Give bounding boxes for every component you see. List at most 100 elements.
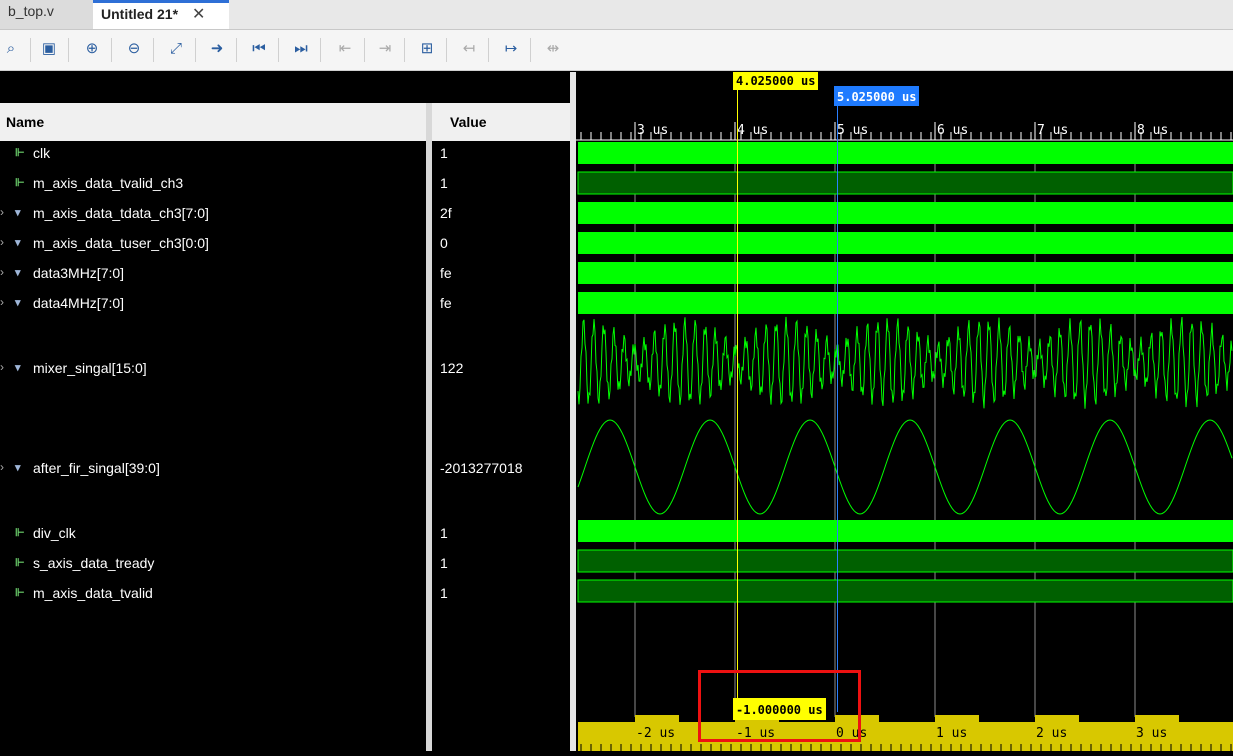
signal-trace	[578, 202, 1233, 224]
relative-tick-label: 2 us	[1036, 726, 1067, 741]
toolbar-separator	[195, 38, 196, 62]
waveform-pane[interactable]: 3 us 4 us 5 us 6 us 7 us 8 us -2 us -1 us 0 us 1 …	[576, 72, 1233, 751]
tab-untitled-21[interactable]: Untitled 21* ✕	[93, 0, 229, 29]
signal-name: s_axis_data_tready	[33, 555, 155, 571]
signal-trace	[577, 579, 1233, 603]
bit-icon: ⊩	[15, 557, 25, 569]
go-to-start-icon[interactable]: ⏮	[248, 38, 270, 60]
tab-b-top[interactable]: b_top.v	[0, 0, 96, 29]
signal-row[interactable]: › ▾ data3MHz[7:0]	[0, 262, 426, 286]
toolbar-separator	[530, 38, 531, 62]
bus-icon: ▾	[15, 267, 21, 279]
main-cursor-label[interactable]: 4.025000 us	[733, 72, 819, 90]
signal-trace	[578, 232, 1233, 254]
value-column-label: Value	[450, 114, 487, 130]
value-column-header[interactable]: Value	[432, 103, 570, 141]
ruler-tick-label: 6 us	[937, 123, 968, 138]
bus-icon: ▾	[15, 237, 21, 249]
signal-name: m_axis_data_tvalid	[33, 585, 153, 601]
expand-chevron-icon[interactable]: ›	[0, 360, 8, 374]
signal-row[interactable]: ⊩ div_clk	[0, 522, 426, 546]
tab-label: Untitled 21*	[101, 6, 179, 22]
mixer-signal-trace	[577, 316, 1233, 409]
signal-row[interactable]: ⊩ m_axis_data_tvalid	[0, 582, 426, 606]
relative-ruler-tab	[635, 715, 679, 724]
signal-value: fe	[440, 265, 452, 281]
waveform-canvas[interactable]: 3 us 4 us 5 us 6 us 7 us 8 us-2 us -1 us 0 us 1 …	[576, 72, 1233, 751]
signal-row[interactable]: ⊩ m_axis_data_tvalid_ch3	[0, 172, 426, 196]
relative-tick-label: -2 us	[636, 726, 675, 741]
previous-transition-icon[interactable]: ⇤	[334, 38, 356, 60]
signal-value: -2013277018	[440, 460, 523, 476]
go-to-end-icon[interactable]: ⏭	[290, 38, 312, 60]
signal-row[interactable]: › ▾ mixer_singal[15:0]	[0, 357, 426, 381]
secondary-cursor-label[interactable]: 5.025000 us	[834, 86, 920, 106]
signal-name: data3MHz[7:0]	[33, 265, 125, 281]
signal-value: fe	[440, 295, 452, 311]
expand-chevron-icon[interactable]: ›	[0, 460, 8, 474]
toolbar-separator	[488, 38, 489, 62]
signal-value: 1	[440, 175, 448, 191]
expand-chevron-icon[interactable]: ›	[0, 205, 8, 219]
ruler-tick-label: 3 us	[637, 123, 668, 138]
toolbar-separator	[278, 38, 279, 62]
expand-chevron-icon[interactable]: ›	[0, 265, 8, 279]
relative-ruler-background	[578, 722, 1233, 751]
bit-icon: ⊩	[15, 177, 25, 189]
signal-name: m_axis_data_tdata_ch3[7:0]	[33, 205, 209, 221]
swap-cursors-icon[interactable]: ⇹	[542, 38, 564, 60]
signal-value: 0	[440, 235, 448, 251]
relative-tick-label: 1 us	[936, 726, 967, 741]
signal-row[interactable]: › ▾ m_axis_data_tdata_ch3[7:0]	[0, 202, 426, 226]
signal-value: 1	[440, 555, 448, 571]
signal-row[interactable]: ⊩ clk	[0, 142, 426, 166]
toolbar-separator	[446, 38, 447, 62]
toolbar-separator	[404, 38, 405, 62]
relative-ruler-tab	[1035, 715, 1079, 724]
signal-name: m_axis_data_tvalid_ch3	[33, 175, 184, 191]
signal-row[interactable]: › ▾ m_axis_data_tuser_ch3[0:0]	[0, 232, 426, 256]
signal-name: data4MHz[7:0]	[33, 295, 125, 311]
signal-row[interactable]: › ▾ after_fir_singal[39:0]	[0, 457, 426, 481]
name-column-header[interactable]: Name	[0, 103, 426, 141]
fir-output-trace	[577, 419, 1233, 515]
zoom-out-icon[interactable]: ⊖	[123, 38, 145, 60]
search-icon[interactable]: ⌕	[0, 38, 22, 60]
relative-ruler-tab	[935, 715, 979, 724]
signal-value: 2f	[440, 205, 452, 221]
zoom-fit-icon[interactable]: ⤢	[165, 38, 187, 60]
zoom-in-icon[interactable]: ⊕	[81, 38, 103, 60]
column-divider[interactable]	[426, 103, 432, 751]
bus-icon: ▾	[15, 462, 21, 474]
editor-tab-bar: b_top.v Untitled 21* ✕	[0, 0, 1233, 30]
save-icon[interactable]: ▣	[38, 38, 60, 60]
signal-name: div_clk	[33, 525, 76, 541]
signal-row[interactable]: › ▾ data4MHz[7:0]	[0, 292, 426, 316]
go-to-cursor-icon[interactable]: ➜	[206, 38, 228, 60]
expand-chevron-icon[interactable]: ›	[0, 235, 8, 249]
bit-icon: ⊩	[15, 147, 25, 159]
signal-trace	[578, 520, 1233, 542]
signal-row[interactable]: ⊩ s_axis_data_tready	[0, 552, 426, 576]
toolbar-separator	[111, 38, 112, 62]
previous-marker-icon[interactable]: ↤	[458, 38, 480, 60]
close-icon[interactable]: ✕	[192, 6, 205, 23]
relative-ruler-tab	[1135, 715, 1179, 724]
signal-trace	[577, 171, 1233, 195]
name-column-label: Name	[6, 114, 45, 130]
bit-icon: ⊩	[15, 587, 25, 599]
next-transition-icon[interactable]: ⇥	[374, 38, 396, 60]
toolbar-separator	[68, 38, 69, 62]
signal-value: 122	[440, 360, 464, 376]
signal-name: after_fir_singal[39:0]	[33, 460, 160, 476]
next-marker-icon[interactable]: ↦	[500, 38, 522, 60]
toolbar-separator	[364, 38, 365, 62]
expand-chevron-icon[interactable]: ›	[0, 295, 8, 309]
signal-value: 1	[440, 585, 448, 601]
bus-icon: ▾	[15, 207, 21, 219]
bus-icon: ▾	[15, 297, 21, 309]
toolbar-separator	[320, 38, 321, 62]
ruler-tick-label: 8 us	[1137, 123, 1168, 138]
add-marker-icon[interactable]: ⊞	[416, 38, 438, 60]
signal-value: 1	[440, 525, 448, 541]
